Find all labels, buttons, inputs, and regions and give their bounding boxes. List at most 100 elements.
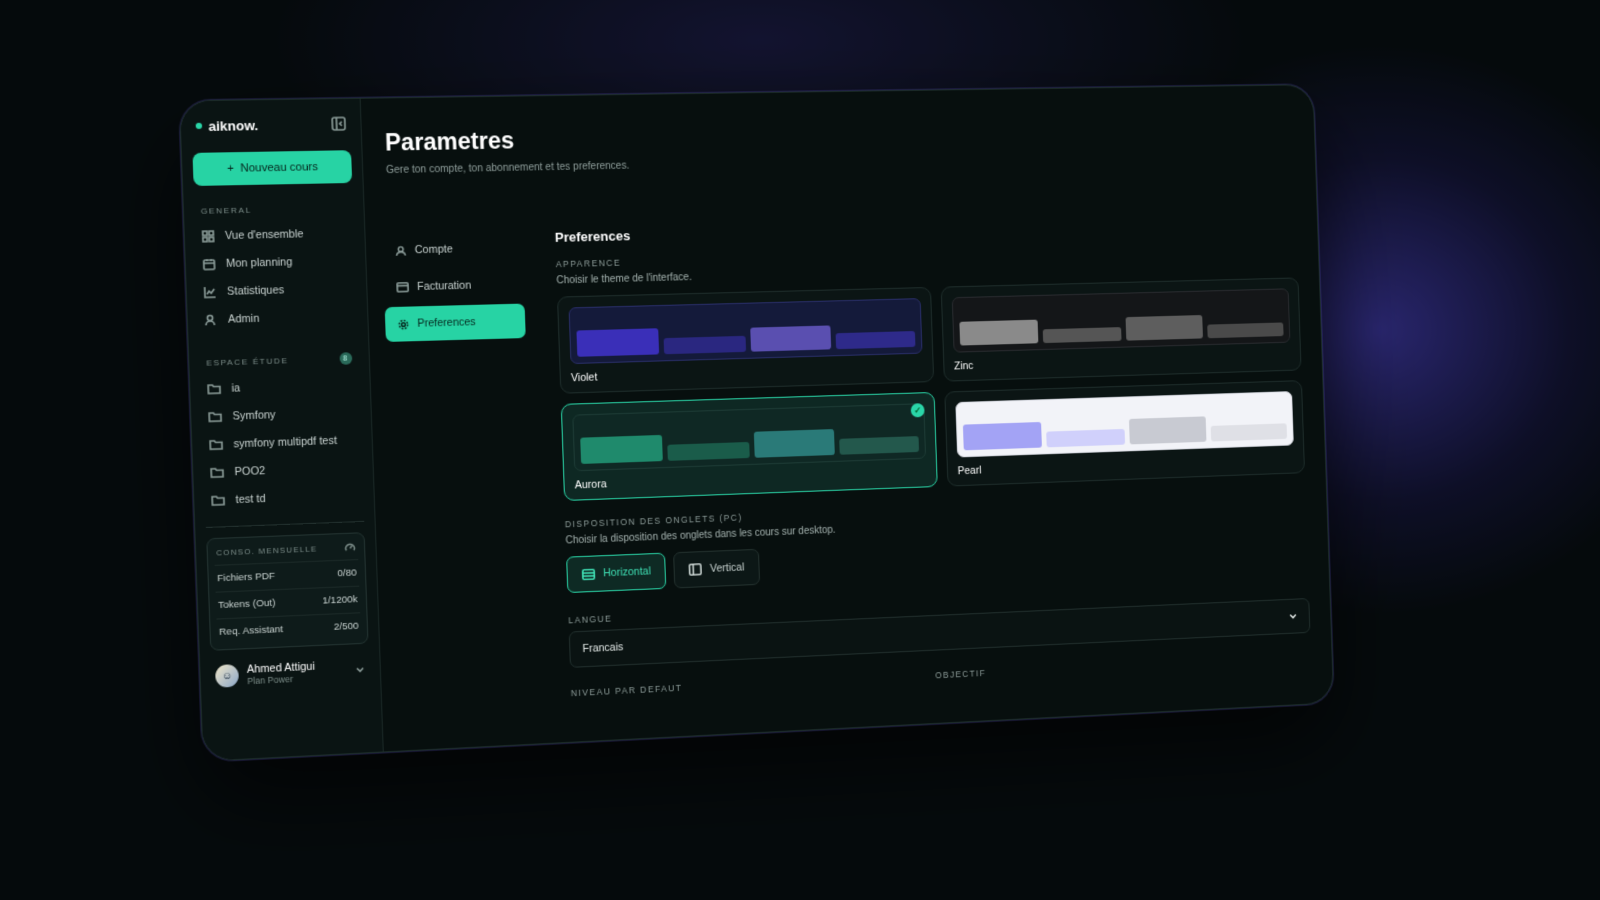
sidebar-item-label: Admin <box>227 312 260 326</box>
gauge-icon <box>344 542 356 554</box>
theme-grid: Violet Zinc ✓ Aurora Pearl <box>556 277 1306 502</box>
usage-title: CONSO. MENSUELLE <box>216 544 318 558</box>
default-level-label: NIVEAU PAR DEFAUT <box>570 682 683 699</box>
grid-icon <box>202 230 215 243</box>
sidebar-item-label: Vue d'ensemble <box>224 227 304 242</box>
folder-label: ia <box>231 381 241 395</box>
preview-bar <box>576 328 660 357</box>
usage-value: 1/1200k <box>322 593 358 607</box>
theme-preview <box>955 391 1294 458</box>
app-window: aiknow. + Nouveau cours GENERAL Vue d'en… <box>178 84 1335 762</box>
preview-bar <box>580 434 664 464</box>
preview-bar <box>835 330 916 350</box>
logo[interactable]: aiknow. <box>195 117 258 133</box>
theme-name: Zinc <box>953 359 974 373</box>
layout-label: Vertical <box>709 561 745 575</box>
preview-bar <box>1125 315 1203 341</box>
sidebar-item-label: Mon planning <box>225 255 293 270</box>
preview-bar <box>749 325 831 352</box>
sidebar-item-admin[interactable]: Admin <box>198 302 357 334</box>
preview-bar <box>1042 327 1122 344</box>
plus-icon: + <box>226 162 235 176</box>
new-course-label: Nouveau cours <box>240 161 319 175</box>
brand-name: aiknow. <box>208 117 259 134</box>
chart-icon <box>204 285 217 298</box>
preview-bar <box>838 436 920 455</box>
theme-name: Violet <box>570 371 598 385</box>
user-admin-icon <box>205 313 218 326</box>
preview-bar <box>959 319 1039 346</box>
chevron-down-icon[interactable] <box>355 664 366 675</box>
sidebar-item-stats[interactable]: Statistiques <box>197 274 357 306</box>
theme-card-aurora[interactable]: ✓ Aurora <box>560 391 938 502</box>
folder-label: symfony multipdf test <box>233 434 338 451</box>
preview-bar <box>962 421 1043 451</box>
preview-bar <box>1210 423 1288 442</box>
preview-bar <box>1128 416 1207 445</box>
folder-icon <box>211 494 225 506</box>
preview-bar <box>753 429 835 458</box>
next-fields-labels: NIVEAU PAR DEFAUT OBJECTIF <box>571 668 987 698</box>
tab-preferences[interactable]: Preferences <box>384 303 526 342</box>
calendar-icon <box>203 257 216 270</box>
stage: aiknow. + Nouveau cours GENERAL Vue d'en… <box>0 0 1600 900</box>
preview-bar <box>663 335 746 355</box>
horizontal-layout-button[interactable]: Horizontal <box>566 552 667 594</box>
vertical-tabs-icon <box>689 563 702 576</box>
preview-bar <box>667 441 750 461</box>
collapse-sidebar-icon[interactable] <box>331 116 346 131</box>
sidebar: aiknow. + Nouveau cours GENERAL Vue d'en… <box>179 98 384 761</box>
sidebar-item-label: Statistiques <box>226 283 285 298</box>
theme-preview <box>568 298 923 365</box>
general-title-text: GENERAL <box>200 205 252 216</box>
theme-preview <box>951 288 1291 353</box>
folder-label: Symfony <box>232 408 276 423</box>
theme-name: Pearl <box>957 464 982 478</box>
folder-label: POO2 <box>234 464 266 478</box>
brand-bar: aiknow. <box>191 99 351 151</box>
folder-icon <box>207 383 221 395</box>
theme-card-violet[interactable]: Violet <box>556 286 935 394</box>
theme-preview <box>572 403 927 472</box>
folder-icon <box>209 439 223 451</box>
folder-item[interactable]: test td <box>204 481 363 515</box>
usage-label: Req. Assistant <box>218 623 284 639</box>
sidebar-item-overview[interactable]: Vue d'ensemble <box>195 219 355 250</box>
tab-label: Compte <box>414 243 453 257</box>
vertical-layout-button[interactable]: Vertical <box>673 548 760 589</box>
study-title-text: ESPACE ÉTUDE <box>206 355 289 368</box>
gear-icon <box>398 318 410 330</box>
credit-card-icon <box>396 282 409 293</box>
user-menu[interactable]: ☺ Ahmed Attigui Plan Power <box>211 658 370 688</box>
usage-value: 0/80 <box>337 567 357 580</box>
theme-card-pearl[interactable]: Pearl <box>944 380 1306 487</box>
study-count-badge: 8 <box>339 352 353 365</box>
theme-name: Aurora <box>574 478 607 492</box>
preferences-panel: Preferences APPARENCE Choisir le theme d… <box>555 213 1312 698</box>
preview-bar <box>1046 428 1125 448</box>
objective-label: OBJECTIF <box>935 667 987 681</box>
preview-bar <box>1206 322 1284 339</box>
chevron-down-icon <box>1288 611 1298 621</box>
preferences-heading: Preferences <box>554 228 631 245</box>
sidebar-item-planning[interactable]: Mon planning <box>196 246 356 278</box>
main-content: Parametres Gere ton compte, ton abonneme… <box>361 85 1334 751</box>
new-course-button[interactable]: + Nouveau cours <box>192 150 353 186</box>
language-value: Francais <box>582 641 624 656</box>
divider <box>205 520 365 529</box>
folder-label: test td <box>235 492 266 506</box>
tab-compte[interactable]: Compte <box>382 230 523 268</box>
folder-icon <box>208 411 222 423</box>
usage-value: 2/500 <box>333 620 359 633</box>
monthly-usage-card: CONSO. MENSUELLE Fichiers PDF 0/80 Token… <box>206 532 369 651</box>
logo-dot-icon <box>195 122 203 130</box>
horizontal-tabs-icon <box>582 568 596 580</box>
user-icon <box>395 245 407 257</box>
user-info: Ahmed Attigui Plan Power <box>247 659 347 686</box>
tab-facturation[interactable]: Facturation <box>383 267 524 305</box>
usage-row-assistant: Req. Assistant 2/500 <box>216 612 362 646</box>
folder-icon <box>210 466 224 478</box>
avatar: ☺ <box>215 664 240 688</box>
theme-card-zinc[interactable]: Zinc <box>940 277 1302 382</box>
usage-label: Fichiers PDF <box>217 570 276 585</box>
